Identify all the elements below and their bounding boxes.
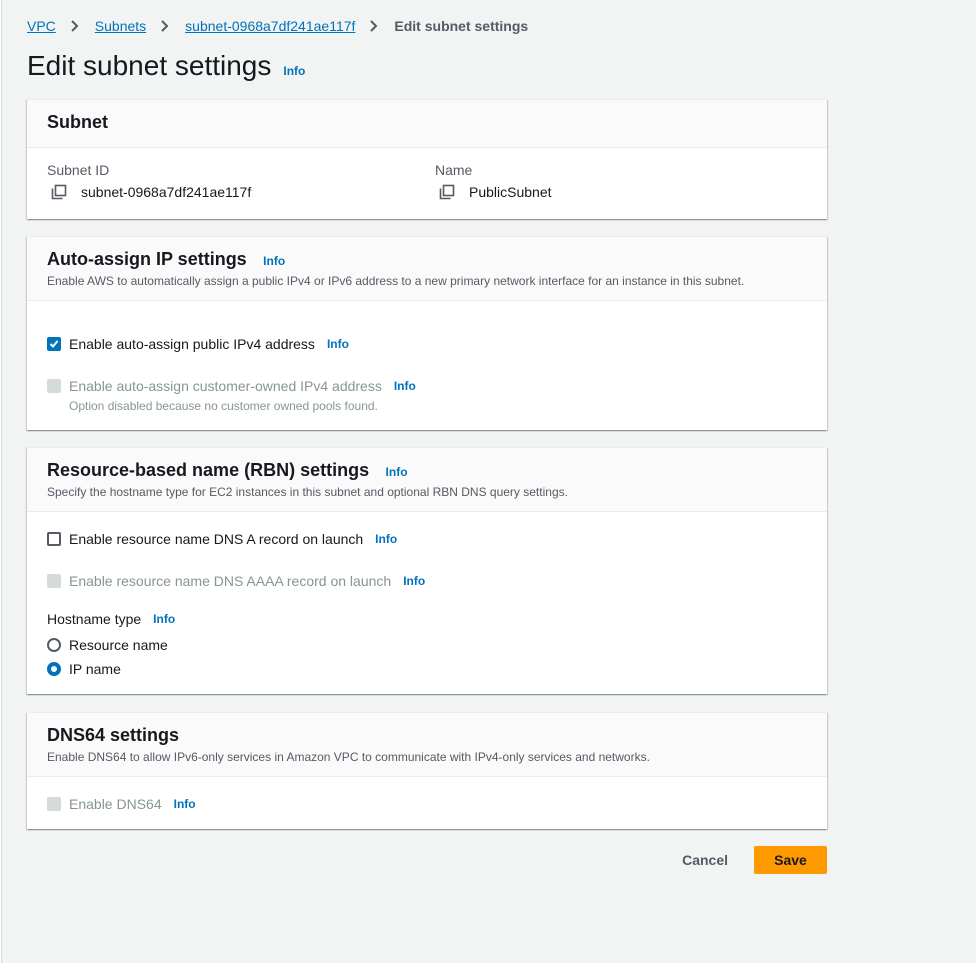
radio-resource-name[interactable] bbox=[47, 638, 61, 652]
subnet-card-body: Subnet ID subnet-0968a7df241ae117f Name … bbox=[27, 148, 827, 219]
rbn-card-header: Resource-based name (RBN) settings Info … bbox=[27, 448, 827, 512]
name-field: Name PublicSubnet bbox=[435, 162, 552, 200]
dns64-label: Enable DNS64 bbox=[69, 796, 162, 812]
breadcrumb-current: Edit subnet settings bbox=[394, 18, 529, 34]
dns64-checkbox bbox=[47, 797, 61, 811]
name-value: PublicSubnet bbox=[469, 184, 552, 200]
rbn-description: Specify the hostname type for EC2 instan… bbox=[47, 485, 568, 499]
rbn-card: Resource-based name (RBN) settings Info … bbox=[27, 447, 827, 694]
hostname-type-label: Hostname type bbox=[47, 611, 142, 627]
chevron-right-icon bbox=[66, 19, 86, 33]
subnet-id-row: subnet-0968a7df241ae117f bbox=[47, 184, 251, 200]
radio-resource-name-row[interactable]: Resource name bbox=[47, 637, 168, 653]
auto-assign-card: Auto-assign IP settings Info Enable AWS … bbox=[27, 236, 827, 430]
auto-assign-card-header: Auto-assign IP settings Info Enable AWS … bbox=[27, 237, 827, 301]
page-info-link[interactable]: Info bbox=[283, 64, 305, 78]
page-header: Edit subnet settings Info bbox=[27, 50, 305, 82]
dns64-card-title: DNS64 settings bbox=[47, 725, 180, 745]
subnet-card-header: Subnet bbox=[27, 100, 827, 148]
auto-assign-card-body: Enable auto-assign public IPv4 address I… bbox=[27, 301, 827, 430]
dns-aaaa-label: Enable resource name DNS AAAA record on … bbox=[69, 573, 392, 589]
dns-aaaa-checkbox bbox=[47, 574, 61, 588]
dns64-card-header: DNS64 settings Enable DNS64 to allow IPv… bbox=[27, 713, 827, 777]
radio-ip-name-label: IP name bbox=[69, 661, 121, 677]
radio-ip-name[interactable] bbox=[47, 662, 61, 676]
dns-a-checkbox-row[interactable]: Enable resource name DNS A record on lau… bbox=[47, 531, 397, 547]
dns64-card-body: Enable DNS64 Info bbox=[27, 777, 827, 829]
hostname-type-label-row: Hostname type Info bbox=[47, 611, 175, 627]
dns-a-info-link[interactable]: Info bbox=[375, 532, 397, 546]
dns-a-label: Enable resource name DNS A record on lau… bbox=[69, 531, 364, 547]
dns64-description: Enable DNS64 to allow IPv6-only services… bbox=[47, 750, 650, 764]
cancel-button[interactable]: Cancel bbox=[682, 852, 728, 868]
customer-owned-note: Option disabled because no customer owne… bbox=[69, 399, 378, 413]
dns64-checkbox-row: Enable DNS64 Info bbox=[47, 796, 196, 812]
ipv4-checkbox[interactable] bbox=[47, 337, 61, 351]
breadcrumb-vpc[interactable]: VPC bbox=[27, 18, 56, 34]
subnet-id-value: subnet-0968a7df241ae117f bbox=[81, 184, 252, 200]
dns-aaaa-info-link[interactable]: Info bbox=[403, 574, 425, 588]
form-actions: Cancel Save bbox=[682, 846, 827, 874]
customer-owned-label: Enable auto-assign customer-owned IPv4 a… bbox=[69, 378, 382, 394]
copy-icon[interactable] bbox=[439, 184, 455, 200]
rbn-info-link[interactable]: Info bbox=[386, 465, 408, 479]
chevron-right-icon bbox=[365, 19, 385, 33]
radio-ip-name-row[interactable]: IP name bbox=[47, 661, 121, 677]
rbn-card-title: Resource-based name (RBN) settings bbox=[47, 460, 370, 480]
ipv4-info-link[interactable]: Info bbox=[327, 337, 349, 351]
left-edge bbox=[0, 0, 2, 963]
dns64-card: DNS64 settings Enable DNS64 to allow IPv… bbox=[27, 712, 827, 829]
save-button[interactable]: Save bbox=[754, 846, 827, 874]
page-title: Edit subnet settings bbox=[27, 50, 272, 81]
breadcrumb-subnets[interactable]: Subnets bbox=[95, 18, 146, 34]
chevron-right-icon bbox=[156, 19, 176, 33]
customer-owned-checkbox-row: Enable auto-assign customer-owned IPv4 a… bbox=[47, 378, 416, 394]
name-label: Name bbox=[435, 162, 473, 178]
breadcrumb: VPC Subnets subnet-0968a7df241ae117f Edi… bbox=[27, 18, 528, 34]
customer-owned-checkbox bbox=[47, 379, 61, 393]
subnet-id-field: Subnet ID subnet-0968a7df241ae117f bbox=[47, 162, 251, 200]
customer-owned-info-link[interactable]: Info bbox=[394, 379, 416, 393]
subnet-id-label: Subnet ID bbox=[47, 162, 110, 178]
subnet-card: Subnet Subnet ID subnet-0968a7df241ae117… bbox=[27, 99, 827, 219]
ipv4-checkbox-label: Enable auto-assign public IPv4 address bbox=[69, 336, 315, 352]
radio-resource-name-label: Resource name bbox=[69, 637, 168, 653]
subnet-card-title: Subnet bbox=[47, 112, 108, 132]
dns64-info-link[interactable]: Info bbox=[174, 797, 196, 811]
auto-assign-card-title: Auto-assign IP settings bbox=[47, 249, 247, 269]
name-row: PublicSubnet bbox=[435, 184, 552, 200]
breadcrumb-subnet-id[interactable]: subnet-0968a7df241ae117f bbox=[185, 18, 355, 34]
rbn-card-body: Enable resource name DNS A record on lau… bbox=[27, 512, 827, 694]
copy-icon[interactable] bbox=[51, 184, 67, 200]
dns-a-checkbox[interactable] bbox=[47, 532, 61, 546]
auto-assign-info-link[interactable]: Info bbox=[263, 254, 285, 268]
hostname-info-link[interactable]: Info bbox=[153, 612, 175, 626]
dns-aaaa-checkbox-row: Enable resource name DNS AAAA record on … bbox=[47, 573, 425, 589]
ipv4-checkbox-row[interactable]: Enable auto-assign public IPv4 address I… bbox=[47, 336, 349, 352]
auto-assign-description: Enable AWS to automatically assign a pub… bbox=[47, 274, 745, 288]
